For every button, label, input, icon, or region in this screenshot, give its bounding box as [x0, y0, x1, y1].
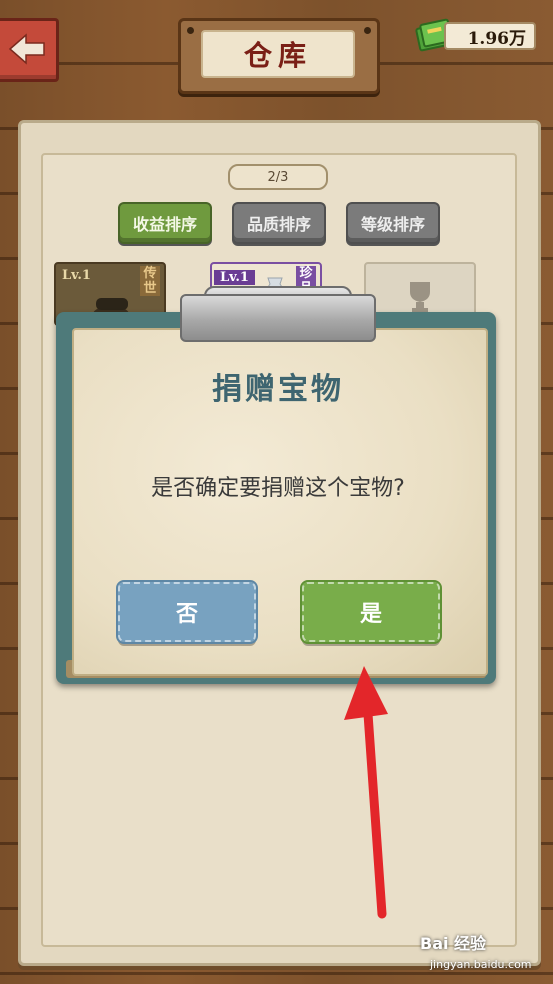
page-title: 仓库 — [243, 39, 312, 72]
nail-icon — [364, 27, 371, 34]
item-rarity-tag: 传世 — [140, 266, 160, 296]
trophy-silhouette-icon — [410, 282, 430, 312]
item-level: Lv.1 — [62, 268, 91, 283]
nail-icon — [187, 27, 194, 34]
clipboard-clip — [180, 294, 376, 342]
currency-display: 1.96万 — [444, 22, 536, 50]
back-arrow-icon — [8, 33, 45, 65]
yes-button[interactable]: 是 — [300, 580, 442, 644]
no-button[interactable]: 否 — [116, 580, 258, 644]
sort-by-level-button[interactable]: 等级排序 — [346, 202, 440, 244]
red-arrow-annotation-icon — [344, 666, 388, 919]
page-indicator: 2/3 — [228, 164, 328, 190]
sort-by-income-button[interactable]: 收益排序 — [118, 202, 212, 244]
item-level: Lv.1 — [214, 270, 255, 285]
dialog-title: 捐赠宝物 — [212, 372, 344, 407]
dialog-message: 是否确定要捐赠这个宝物? — [151, 476, 405, 501]
watermark-url: jingyan.baidu.com — [430, 958, 532, 971]
watermark-brand: Bai 经验 — [420, 934, 487, 953]
back-button[interactable] — [0, 18, 59, 82]
title-board: 仓库 — [178, 18, 380, 94]
title-plate: 仓库 — [201, 30, 355, 78]
sort-by-quality-button[interactable]: 品质排序 — [232, 202, 326, 244]
currency-amount: 1.96万 — [467, 28, 526, 49]
